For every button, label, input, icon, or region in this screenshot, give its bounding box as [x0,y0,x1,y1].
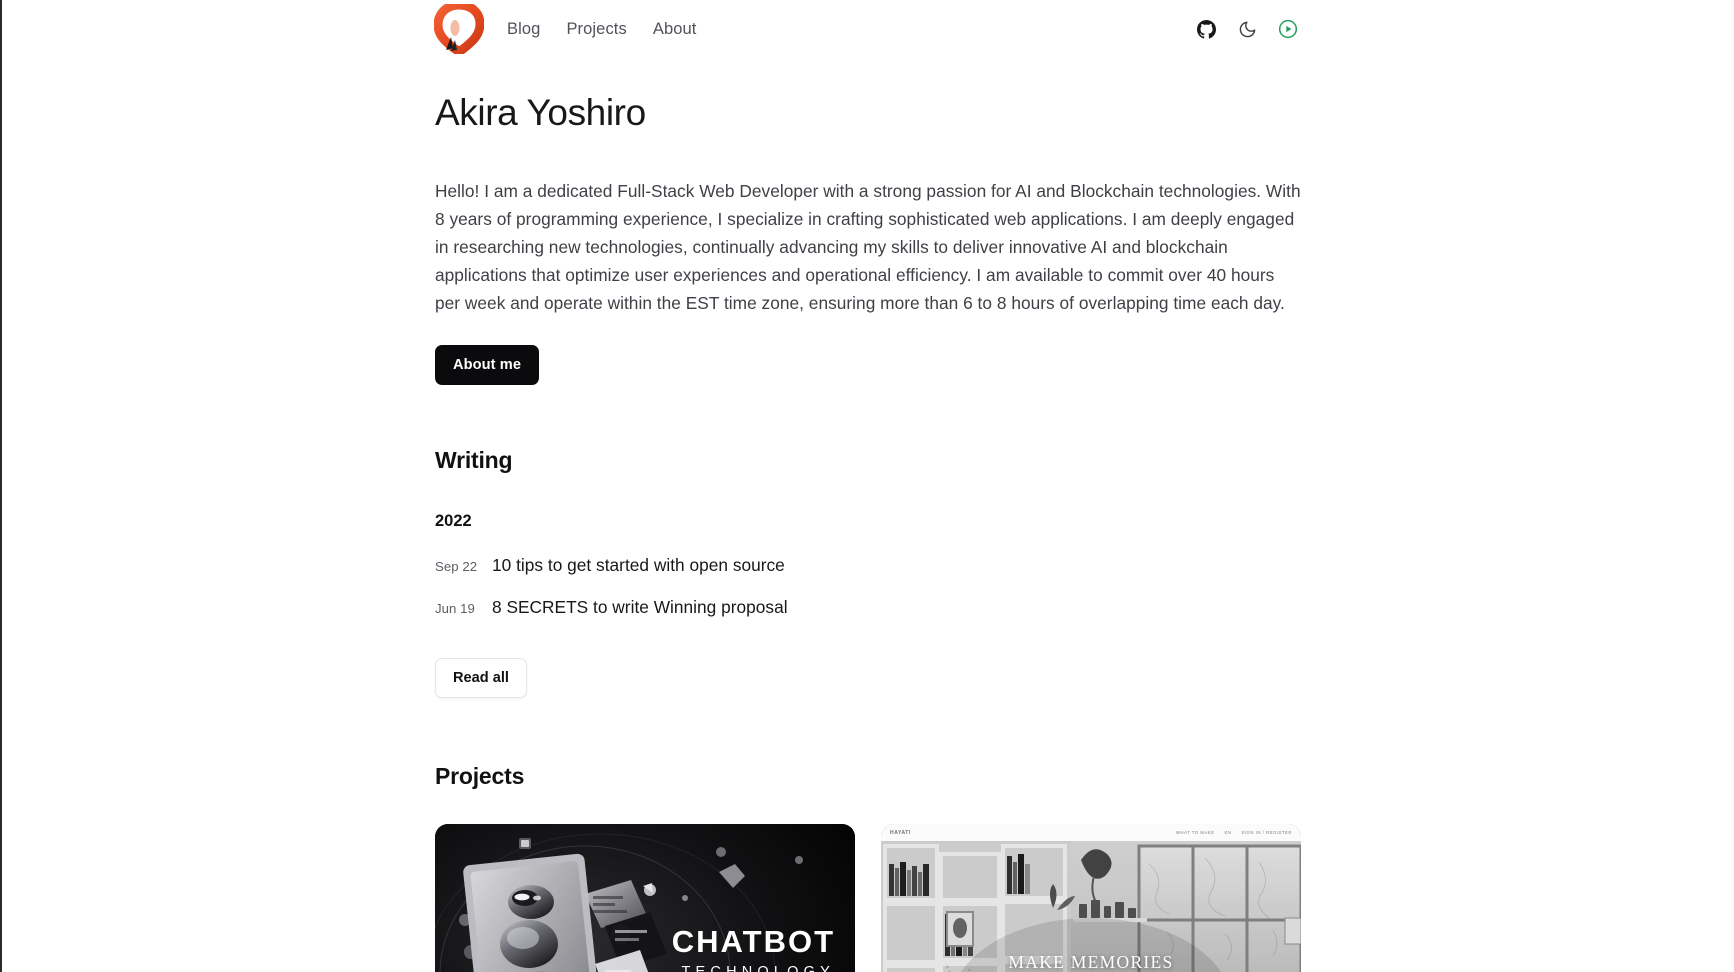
projects-grid: CHATBOT TECHNOLOGY START [435,824,1301,972]
card-nav-2: EN [1224,830,1232,836]
site-logo[interactable] [433,3,485,55]
writing-heading: Writing [435,447,513,474]
card-browser-bar: HAYATI WHAT TO MAKE EN SIGN IN / REGISTE… [881,824,1301,842]
project-card-chatbot[interactable]: CHATBOT TECHNOLOGY START [435,824,855,972]
about-me-button[interactable]: About me [435,345,540,386]
card-nav-1: WHAT TO MAKE [1175,830,1215,836]
nav-link-about[interactable]: About [653,21,697,38]
moon-glyph [1239,21,1255,37]
card-headline-line1: MAKE MEMORIES [1008,952,1174,972]
github-glyph [1196,19,1216,39]
primary-nav: Blog Projects About [507,21,1195,38]
site-header: Blog Projects About [433,0,1301,56]
post-date: Sep 22 [435,559,478,575]
projects-section: Projects CHATBOT HAYATI WHAT TO MAKE EN … [435,763,1301,972]
post-row[interactable]: Sep 22 10 tips to get started with open … [435,555,1301,576]
nav-link-blog[interactable]: Blog [507,21,540,38]
page-root: Blog Projects About Akira Yoshiro Hello!… [2,0,1734,972]
header-actions [1195,18,1299,40]
post-date: Jun 19 [435,601,475,617]
card-headline: MAKE MEMORIES ALL OVER THE WORLD [1008,951,1173,972]
card-nav-links: WHAT TO MAKE EN SIGN IN / REGISTER [1176,830,1292,835]
play-circle-glyph [1278,19,1298,39]
post-title: 10 tips to get started with open source [492,555,785,576]
card-nav-3: SIGN IN / REGISTER [1241,830,1292,836]
card-overlay: MAKE MEMORIES ALL OVER THE WORLD Travel … [881,841,1301,972]
projects-heading: Projects [435,763,525,790]
project-card-travel[interactable]: HAYATI WHAT TO MAKE EN SIGN IN / REGISTE… [881,824,1301,972]
hero-bio: Hello! I am a dedicated Full-Stack Web D… [435,180,1301,314]
read-all-button[interactable]: Read all [435,658,527,699]
moon-icon[interactable] [1236,18,1258,40]
page-title: Akira Yoshiro [435,92,646,133]
card-brand: HAYATI [890,829,911,836]
writing-section: Writing 2022 Sep 22 10 tips to get start… [435,447,1301,699]
svg-text:TECHNOLOGY: TECHNOLOGY [681,964,835,972]
chatbot-artwork: CHATBOT TECHNOLOGY START [435,824,855,972]
play-circle-icon[interactable] [1277,18,1299,40]
post-list: Sep 22 10 tips to get started with open … [435,555,1301,618]
post-title: 8 SECRETS to write Winning proposal [492,597,788,618]
github-icon[interactable] [1195,18,1217,40]
main-content: Akira Yoshiro Hello! I am a dedicated Fu… [435,92,1301,972]
writing-year-2022: 2022 [435,512,472,531]
nav-link-projects[interactable]: Projects [566,21,626,38]
flamingo-icon [434,4,484,54]
post-row[interactable]: Jun 19 8 SECRETS to write Winning propos… [435,597,1301,618]
svg-text:CHATBOT: CHATBOT [672,924,835,959]
